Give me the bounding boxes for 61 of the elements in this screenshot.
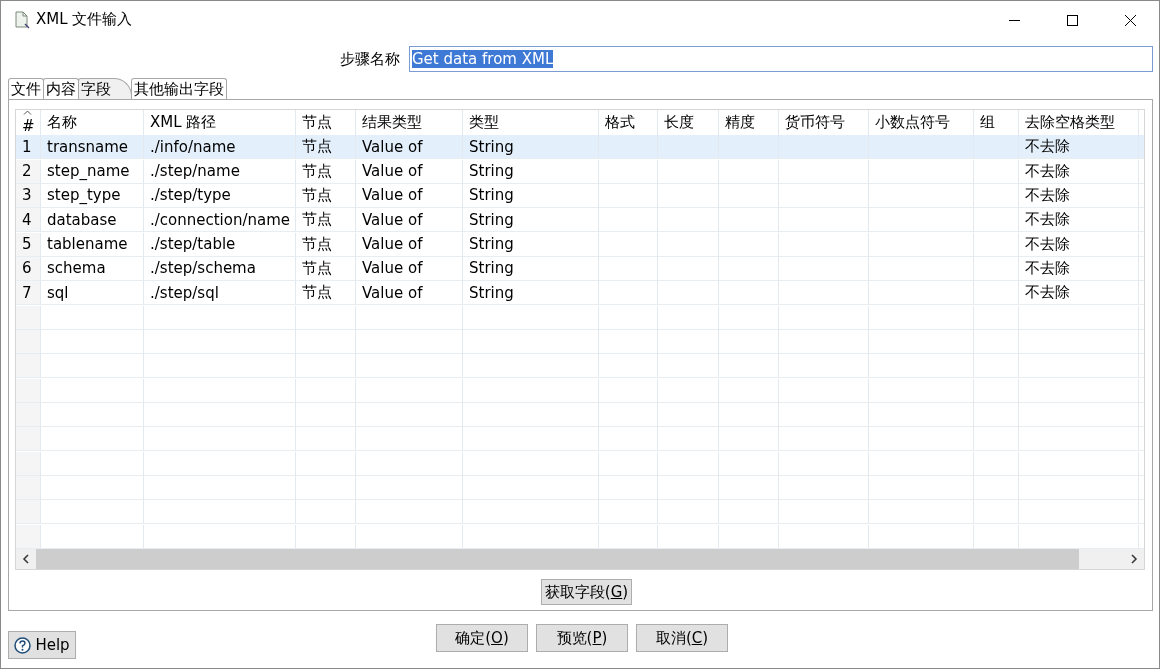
table-cell: ./connection/name [144, 208, 296, 233]
table-cell: schema [41, 256, 144, 281]
table-cell: 节点 [296, 159, 356, 184]
table-cell: String [463, 184, 599, 208]
row-number-cell: 4 [16, 208, 41, 233]
table-cell: Value of [356, 256, 463, 281]
table-cell: 不去除 [1019, 232, 1139, 257]
table-cell: String [463, 208, 599, 233]
row-number-cell: 6 [16, 256, 41, 281]
table-cell: 节点 [296, 232, 356, 257]
tab[interactable]: 字段 [78, 78, 132, 99]
table-cell: ./step/sql [144, 281, 296, 306]
dialog-button[interactable]: 取消(C) [636, 624, 728, 652]
table-cell: Value of [356, 232, 463, 257]
table-cell: 不去除 [1019, 184, 1139, 208]
table-cell: ./step/type [144, 184, 296, 208]
step-name-field[interactable]: Get data from XML [409, 46, 1153, 72]
tab[interactable]: 内容 [43, 78, 79, 99]
window-title: XML 文件输入 [36, 10, 134, 29]
table-cell: tablename [41, 232, 144, 257]
table-cell: String [463, 281, 599, 306]
table-cell: 不去除 [1019, 256, 1139, 281]
row-number-cell: 2 [16, 159, 41, 184]
table-cell: 节点 [296, 281, 356, 306]
table-cell: 不去除 [1019, 159, 1139, 184]
row-number-cell: 3 [16, 184, 41, 208]
dialog-button[interactable]: 确定(O) [436, 624, 528, 652]
table-cell: Value of [356, 135, 463, 160]
table-cell: String [463, 232, 599, 257]
table-cell: ./info/name [144, 135, 296, 160]
get-fields-button[interactable]: 获取字段(G) [541, 579, 632, 605]
table-cell: 不去除 [1019, 281, 1139, 306]
table-cell: 节点 [296, 256, 356, 281]
row-number-cell: 1 [16, 135, 41, 160]
tab[interactable]: 文件 [8, 78, 44, 99]
row-number-cell: 5 [16, 232, 41, 257]
help-button[interactable]: Help [8, 631, 76, 659]
table-cell: String [463, 159, 599, 184]
table-cell: 节点 [296, 135, 356, 160]
table-cell: Value of [356, 159, 463, 184]
table-cell: transname [41, 135, 144, 160]
table-cell: step_name [41, 159, 144, 184]
table-cell: 节点 [296, 208, 356, 233]
field-label: 步骤名称 [340, 49, 400, 69]
tab[interactable]: 其他输出字段 [131, 78, 227, 99]
table-cell: ./step/schema [144, 256, 296, 281]
table-cell: Value of [356, 184, 463, 208]
table-cell: step_type [41, 184, 144, 208]
table-cell: String [463, 256, 599, 281]
table-cell: Value of [356, 281, 463, 306]
table-cell: 不去除 [1019, 208, 1139, 233]
table-cell: 不去除 [1019, 135, 1139, 160]
table-cell: ./step/table [144, 232, 296, 257]
table-cell: ./step/name [144, 159, 296, 184]
row-number-cell: 7 [16, 281, 41, 306]
table-cell: 节点 [296, 184, 356, 208]
dialog-button[interactable]: 预览(P) [536, 624, 628, 652]
table-cell: String [463, 135, 599, 160]
table-cell: sql [41, 281, 144, 306]
table-cell: database [41, 208, 144, 233]
table-cell: Value of [356, 208, 463, 233]
